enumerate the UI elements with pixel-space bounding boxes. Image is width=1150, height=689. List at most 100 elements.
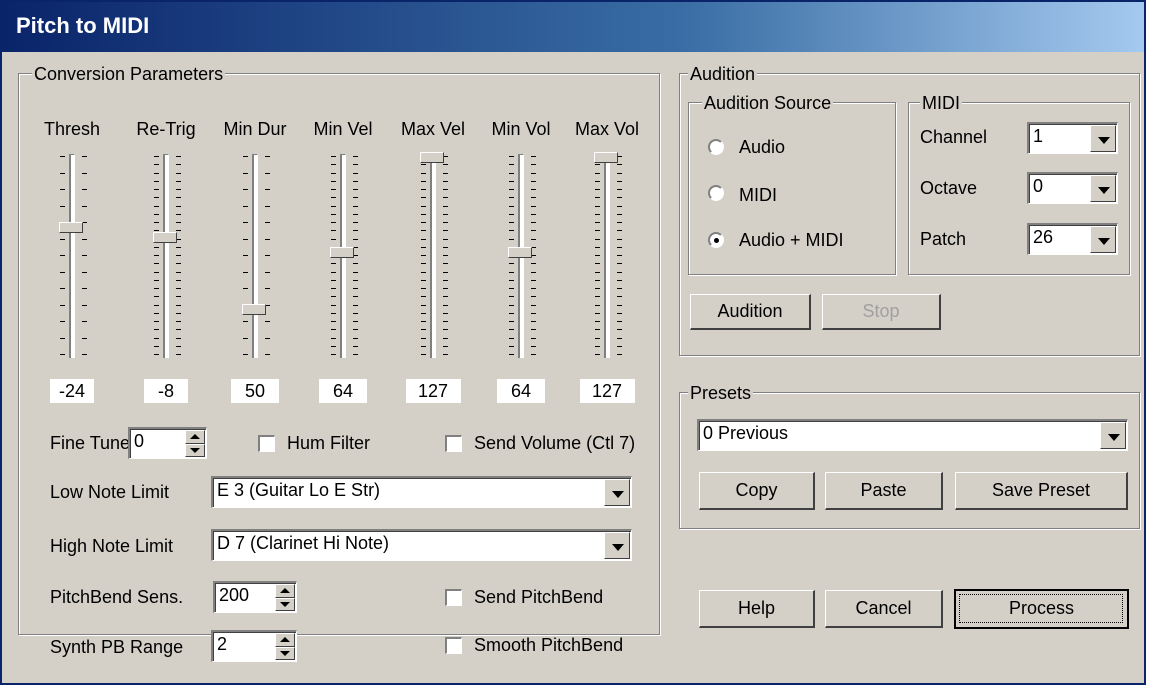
slider-thumb[interactable] [242, 304, 266, 315]
save-preset-button[interactable]: Save Preset [955, 472, 1128, 510]
slider-track [430, 154, 436, 358]
chevron-down-icon[interactable] [1100, 422, 1126, 449]
slider-tick [443, 296, 448, 298]
spin-down-icon[interactable] [275, 646, 295, 660]
preset-dropdown[interactable]: 0 Previous [697, 419, 1128, 451]
process-button[interactable]: Process [954, 589, 1129, 629]
spin-up-icon[interactable] [275, 584, 295, 598]
min-dur-label: Min Dur [223, 119, 287, 139]
spin-up-icon[interactable] [185, 430, 205, 444]
slider-tick [331, 263, 336, 265]
slider-thumb[interactable] [59, 222, 83, 234]
slider-tick [421, 213, 426, 215]
slider-tick [509, 189, 514, 190]
chevron-down-icon[interactable] [604, 479, 630, 506]
slider-thumb[interactable] [420, 152, 444, 163]
slider-thumb[interactable] [330, 247, 354, 258]
send-volume-checkbox[interactable] [445, 435, 462, 452]
slider-tick [154, 271, 159, 273]
min-dur-slider[interactable] [221, 152, 291, 362]
audio-midi-radio[interactable] [708, 232, 724, 248]
midi-legend: MIDI [920, 93, 962, 114]
copy-preset-button[interactable]: Copy [699, 472, 815, 510]
spin-down-icon[interactable] [185, 443, 205, 457]
octave-dropdown[interactable]: 0 [1027, 172, 1118, 204]
title-bar[interactable]: Pitch to MIDI [2, 2, 1144, 52]
chevron-down-icon[interactable] [1090, 175, 1116, 202]
audio-radio[interactable] [708, 139, 724, 155]
slider-tick [176, 296, 181, 298]
channel-dropdown[interactable]: 1 [1027, 122, 1118, 154]
chevron-down-icon[interactable] [1090, 226, 1116, 253]
slider-tick [176, 329, 181, 331]
stop-button[interactable]: Stop [822, 294, 941, 330]
slider-tick [154, 222, 159, 223]
slider-tick [509, 312, 514, 314]
slider-tick [443, 345, 448, 347]
pitchbend-sens-spinner[interactable]: 200 [213, 581, 297, 613]
slider-tick [265, 222, 270, 223]
slider-tick [176, 321, 181, 322]
slider-tick [595, 329, 600, 331]
max-vel-slider[interactable] [399, 152, 469, 362]
slider-tick [617, 213, 622, 215]
audition-button[interactable]: Audition [690, 294, 811, 330]
slider-tick [443, 246, 448, 248]
slider-tick [82, 354, 87, 355]
low-note-limit-dropdown[interactable]: E 3 (Guitar Lo E Str) [211, 476, 632, 508]
low-note-limit-value: E 3 (Guitar Lo E Str) [217, 480, 381, 500]
pitchbend-sens-spin-buttons[interactable] [275, 584, 295, 611]
slider-tick [531, 180, 536, 182]
hum-filter-checkbox[interactable] [258, 435, 275, 452]
max-vol-slider[interactable] [573, 152, 643, 362]
slider-tick [60, 156, 65, 157]
slider-tick [443, 172, 448, 174]
send-pitchbend-checkbox[interactable] [445, 589, 462, 606]
spin-down-icon[interactable] [275, 597, 295, 611]
high-note-limit-dropdown[interactable]: D 7 (Clarinet Hi Note) [211, 529, 632, 561]
slider-tick [595, 205, 600, 207]
slider-tick [595, 189, 600, 190]
slider-tick [176, 263, 181, 265]
min-vol-slider[interactable] [487, 152, 557, 362]
slider-tick [82, 304, 87, 306]
paste-preset-button[interactable]: Paste [825, 472, 943, 510]
fine-tune-spin-buttons[interactable] [185, 430, 205, 457]
slider-tick [443, 222, 448, 223]
slider-tick [60, 288, 65, 289]
slider-tick [443, 180, 448, 182]
fine-tune-spinner[interactable]: 0 [128, 427, 207, 459]
min-vel-slider[interactable] [309, 152, 379, 362]
cancel-button[interactable]: Cancel [825, 590, 943, 628]
slider-tick [595, 279, 600, 281]
slider-thumb[interactable] [153, 231, 177, 243]
slider-tick [331, 180, 336, 182]
slider-tick [531, 296, 536, 298]
synth-pb-range-spin-buttons[interactable] [275, 633, 295, 660]
slider-tick [176, 213, 181, 215]
slider-tick [243, 172, 248, 174]
re-trig-slider[interactable] [132, 152, 202, 362]
max-vel-label: Max Vel [400, 119, 466, 139]
slider-tick [331, 205, 336, 207]
spin-up-icon[interactable] [275, 633, 295, 647]
thresh-slider[interactable] [38, 152, 108, 362]
smooth-pitchbend-checkbox[interactable] [445, 637, 462, 654]
patch-dropdown[interactable]: 26 [1027, 223, 1118, 255]
presets-legend: Presets [688, 383, 754, 404]
slider-thumb[interactable] [508, 247, 532, 258]
slider-tick [331, 213, 336, 215]
slider-tick [443, 238, 448, 240]
slider-tick [331, 345, 336, 347]
midi-radio[interactable] [708, 185, 724, 201]
synth-pb-range-spinner[interactable]: 2 [211, 630, 297, 662]
chevron-down-icon[interactable] [604, 532, 630, 559]
slider-tick [509, 222, 514, 223]
slider-thumb[interactable] [594, 152, 618, 163]
chevron-down-icon[interactable] [1090, 125, 1116, 152]
slider-tick [331, 189, 336, 190]
slider-tick [60, 271, 65, 273]
slider-tick [331, 354, 336, 355]
help-button[interactable]: Help [699, 590, 815, 628]
slider-tick [443, 189, 448, 190]
